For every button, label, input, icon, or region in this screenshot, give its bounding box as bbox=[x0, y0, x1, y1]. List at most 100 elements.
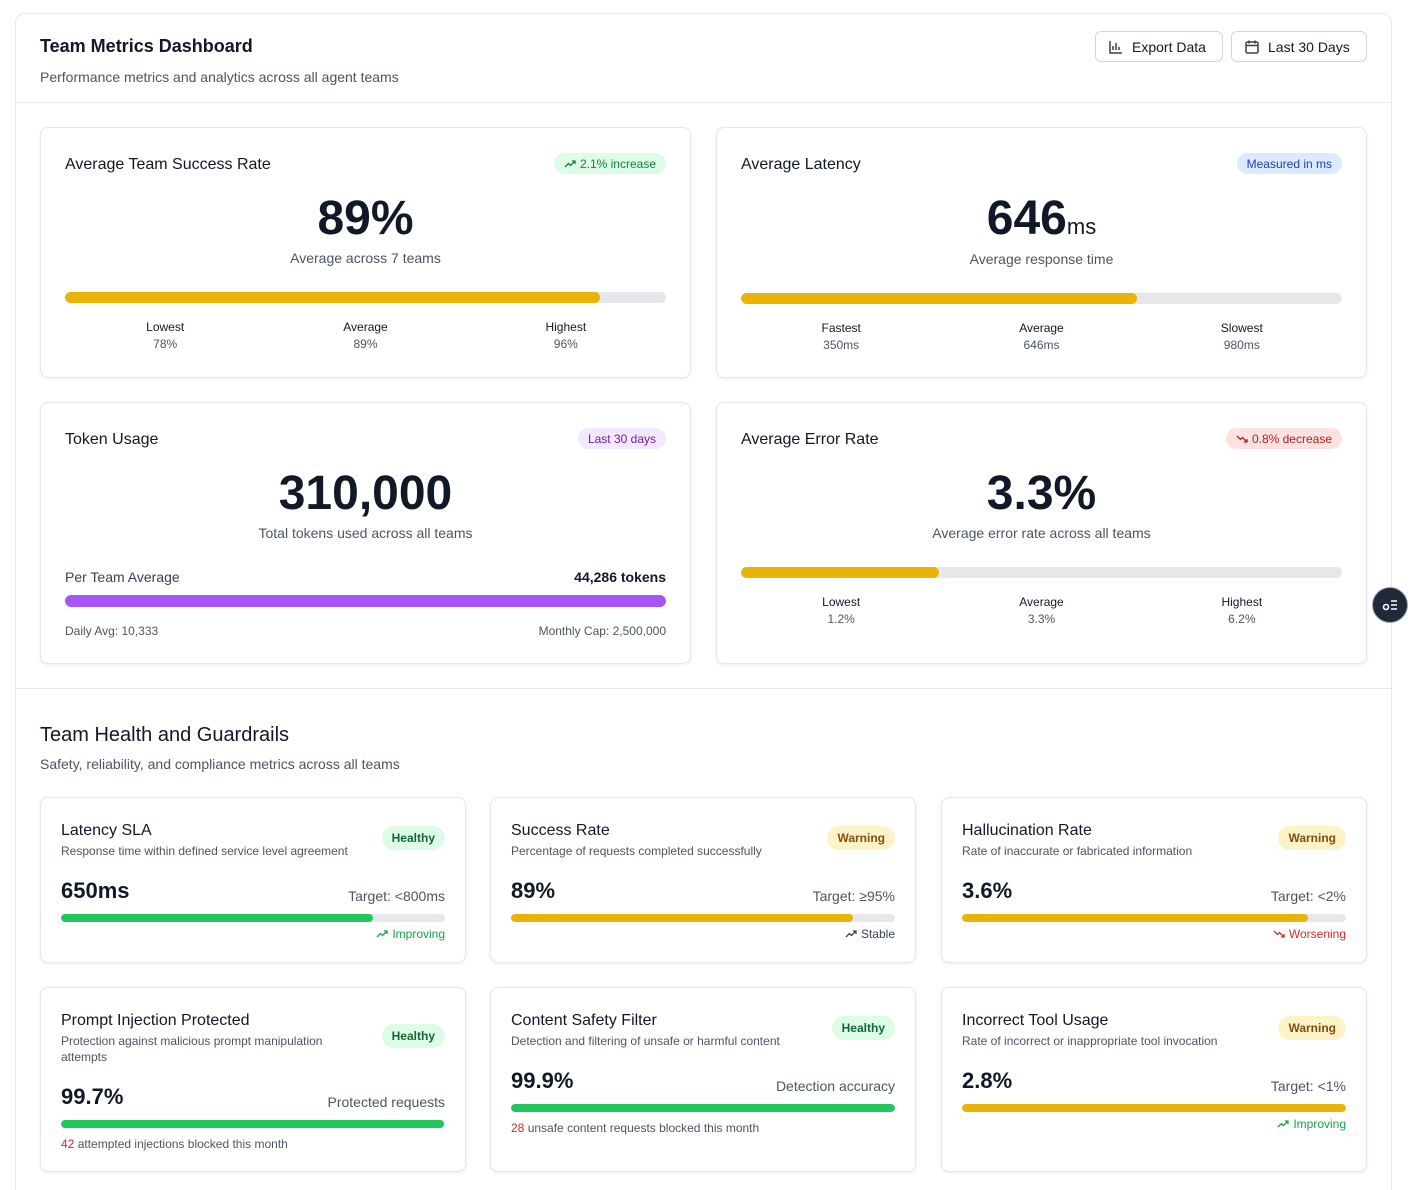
card-title: Average Team Success Rate bbox=[65, 156, 271, 173]
status-badge: Warning bbox=[827, 826, 895, 850]
value-number: 646 bbox=[986, 192, 1067, 245]
stat-value: 6.2% bbox=[1228, 612, 1256, 626]
monthly-cap: Monthly Cap: 2,500,000 bbox=[538, 624, 666, 638]
card-title: Token Usage bbox=[65, 431, 159, 448]
stat-label: Average bbox=[1019, 321, 1064, 335]
success-rate-card: Average Team Success Rate 2.1% increase … bbox=[40, 127, 691, 378]
badge-text: Last 30 days bbox=[587, 431, 656, 446]
stat-value: 96% bbox=[553, 337, 578, 351]
progress-fill bbox=[65, 595, 666, 607]
progress-track bbox=[61, 1120, 445, 1128]
stat-label: Slowest bbox=[1220, 321, 1263, 335]
page-subtitle: Performance metrics and analytics across… bbox=[40, 69, 399, 85]
value-caption: Total tokens used across all teams bbox=[258, 525, 473, 541]
big-value: 646ms bbox=[717, 191, 1366, 246]
stat-lowest: Lowest 78% bbox=[65, 320, 265, 351]
date-range-label: Last 30 Days bbox=[1268, 38, 1350, 55]
page-title: Team Metrics Dashboard bbox=[40, 36, 253, 56]
big-value: 310,000 bbox=[278, 467, 453, 520]
per-team-label: Per Team Average bbox=[65, 569, 180, 585]
trend-label: Stable bbox=[860, 927, 895, 941]
trend-label: Improving bbox=[392, 927, 445, 941]
trending-up-icon bbox=[376, 930, 388, 938]
progress-fill bbox=[741, 293, 1138, 304]
progress-fill bbox=[511, 1104, 895, 1112]
stat-label: Lowest bbox=[822, 595, 861, 609]
trend-indicator: Stable bbox=[845, 927, 895, 941]
metric-value: 650ms bbox=[61, 878, 130, 903]
card-title: Prompt Injection Protected bbox=[61, 1012, 250, 1029]
progress-track bbox=[511, 1104, 895, 1112]
unit-badge: Measured in ms bbox=[1236, 153, 1342, 174]
stat-value: 350ms bbox=[823, 338, 860, 352]
period-badge: Last 30 days bbox=[577, 428, 666, 449]
metric-target: Target: <1% bbox=[1270, 1078, 1346, 1094]
dashboard-frame: Team Metrics Dashboard Performance metri… bbox=[15, 13, 1392, 1190]
status-badge: Healthy bbox=[381, 826, 445, 850]
metric-target: Detection accuracy bbox=[775, 1078, 895, 1094]
stat-value: 78% bbox=[153, 337, 178, 351]
metric-value: 2.8% bbox=[962, 1068, 1013, 1093]
trending-up-icon bbox=[564, 159, 576, 167]
value-caption: Average response time bbox=[969, 251, 1114, 267]
metric-value: 89% bbox=[511, 878, 556, 903]
card-title: Average Latency bbox=[741, 156, 861, 173]
status-badge: Healthy bbox=[381, 1024, 445, 1048]
card-title: Incorrect Tool Usage bbox=[962, 1012, 1109, 1029]
progress-fill bbox=[61, 1120, 444, 1128]
card-title: Content Safety Filter bbox=[511, 1012, 657, 1029]
card-description: Percentage of requests completed success… bbox=[511, 844, 762, 858]
trend-badge: 2.1% increase bbox=[553, 153, 666, 174]
guardrail-card-latency-sla: Latency SLA Response time within defined… bbox=[40, 797, 466, 963]
stat-value: 1.2% bbox=[827, 612, 855, 626]
badge-text: Measured in ms bbox=[1246, 156, 1332, 171]
floating-action-button[interactable] bbox=[1372, 587, 1408, 623]
token-usage-card: Token Usage Last 30 days 310,000 Total t… bbox=[40, 402, 691, 664]
stats-row: Fastest 350ms Average 646ms Slowest 980ms bbox=[741, 321, 1342, 352]
metric-target: Target: <2% bbox=[1270, 888, 1346, 904]
progress-track bbox=[962, 1104, 1346, 1112]
date-range-button[interactable]: Last 30 Days bbox=[1231, 31, 1367, 62]
stat-value: 646ms bbox=[1023, 338, 1060, 352]
status-badge: Healthy bbox=[831, 1016, 895, 1040]
blocked-count: 42 bbox=[61, 1137, 75, 1151]
section-title: Team Health and Guardrails bbox=[40, 724, 290, 746]
metric-value: 99.7% bbox=[61, 1084, 124, 1109]
trending-up-icon bbox=[845, 930, 857, 938]
card-description: Rate of inaccurate or fabricated informa… bbox=[962, 844, 1193, 858]
list-settings-icon bbox=[1382, 600, 1397, 611]
stat-label: Fastest bbox=[821, 321, 861, 335]
trend-indicator: Improving bbox=[1277, 1117, 1346, 1131]
stat-highest: Highest 96% bbox=[466, 320, 666, 351]
blocked-text: attempted injections blocked this month bbox=[77, 1137, 288, 1151]
export-data-button[interactable]: Export Data bbox=[1095, 31, 1223, 62]
stat-average: Average 646ms bbox=[941, 321, 1141, 352]
card-title: Hallucination Rate bbox=[962, 822, 1092, 839]
progress-track bbox=[511, 914, 895, 922]
section-divider bbox=[16, 688, 1391, 689]
stat-value: 3.3% bbox=[1027, 612, 1056, 626]
status-badge: Warning bbox=[1278, 1016, 1346, 1040]
stat-label: Highest bbox=[1221, 595, 1263, 609]
metric-value: 3.6% bbox=[962, 878, 1013, 903]
trend-label: Worsening bbox=[1288, 927, 1346, 941]
export-data-label: Export Data bbox=[1132, 38, 1206, 55]
progress-track bbox=[962, 914, 1346, 922]
trending-up-icon bbox=[1277, 1120, 1289, 1128]
trending-down-icon bbox=[1273, 930, 1285, 938]
stat-highest: Highest 6.2% bbox=[1142, 595, 1342, 626]
trend-badge: 0.8% decrease bbox=[1225, 428, 1342, 449]
status-badge: Warning bbox=[1278, 826, 1346, 850]
guardrail-card-success-rate: Success Rate Percentage of requests comp… bbox=[490, 797, 916, 963]
blocked-note: 42 attempted injections blocked this mon… bbox=[61, 1137, 288, 1151]
latency-card: Average Latency Measured in ms 646ms Ave… bbox=[716, 127, 1367, 378]
stat-slowest: Slowest 980ms bbox=[1142, 321, 1342, 352]
guardrail-card-content-safety: Content Safety Filter Detection and filt… bbox=[490, 987, 916, 1172]
stat-lowest: Lowest 1.2% bbox=[741, 595, 941, 626]
stat-label: Lowest bbox=[146, 320, 185, 334]
card-description: Detection and filtering of unsafe or har… bbox=[511, 1034, 780, 1048]
progress-track bbox=[65, 595, 666, 607]
calendar-icon bbox=[1245, 40, 1259, 54]
progress-track bbox=[741, 567, 1342, 578]
value-caption: Average across 7 teams bbox=[290, 250, 441, 266]
